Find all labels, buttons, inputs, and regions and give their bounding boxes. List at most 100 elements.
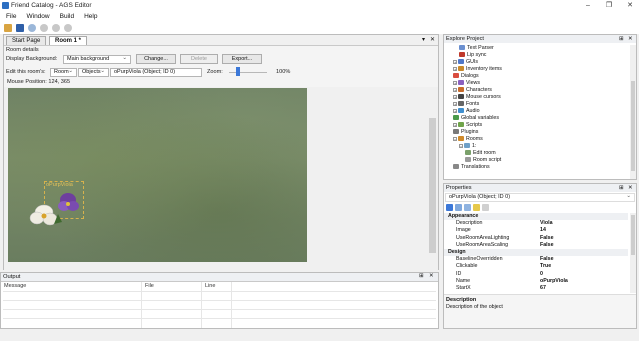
tree-scrollbar[interactable] [630, 45, 636, 179]
open-project-icon[interactable] [4, 24, 12, 32]
tree-item[interactable]: − Rooms [453, 136, 483, 142]
room-background-canvas[interactable]: oPurpViola [8, 88, 307, 262]
properties-icon[interactable] [464, 204, 471, 211]
zoom-slider-track[interactable] [229, 72, 267, 73]
property-category[interactable]: Design [444, 249, 628, 256]
change-button[interactable]: Change... [136, 54, 176, 64]
canvas-vertical-scrollbar[interactable] [428, 88, 437, 262]
tree-item[interactable]: + Mouse cursors [453, 94, 501, 100]
tree-item[interactable]: Plugins [453, 129, 478, 135]
scrollbar-thumb[interactable] [429, 118, 436, 253]
tree-item[interactable]: Translations [453, 164, 490, 170]
property-row[interactable]: StartX 67 [444, 285, 628, 292]
debug-icon[interactable] [52, 24, 60, 32]
viola-flower-sprite[interactable] [24, 188, 84, 228]
properties-object-select[interactable]: oPurpViola (Object; ID 0) [445, 193, 635, 202]
properties-close-icon[interactable]: ✕ [628, 184, 633, 192]
property-row[interactable]: UseRoomAreaScaling False [444, 242, 628, 249]
stop-icon[interactable] [64, 24, 72, 32]
edit-subtype-select[interactable]: Objects [78, 68, 109, 77]
property-value[interactable]: False [540, 242, 554, 249]
events-icon[interactable] [473, 204, 480, 211]
zoom-slider-thumb[interactable] [236, 67, 240, 76]
tree-item[interactable]: Edit room [465, 150, 496, 156]
property-value[interactable]: oPurpViola [540, 278, 568, 285]
property-grid-scrollbar[interactable] [630, 213, 636, 293]
expand-icon[interactable]: + [453, 122, 457, 127]
tab-list-dropdown-icon[interactable]: ▾ [422, 36, 425, 43]
property-value[interactable]: Viola [540, 220, 553, 227]
run-icon[interactable] [40, 24, 48, 32]
maximize-button[interactable]: ❐ [603, 1, 615, 10]
expand-icon[interactable]: + [453, 94, 457, 99]
property-row[interactable]: Image 14 [444, 227, 628, 234]
tree-item[interactable]: + Scripts [453, 122, 482, 128]
edit-type-select[interactable]: Room [50, 68, 77, 77]
output-close-icon[interactable]: ✕ [429, 273, 434, 279]
expand-icon[interactable]: + [453, 87, 457, 92]
property-value[interactable]: 0 [540, 271, 543, 278]
object-select[interactable]: oPurpViola (Object; ID 0) [110, 68, 202, 77]
column-line[interactable]: Line [205, 283, 215, 289]
property-value[interactable]: True [540, 263, 551, 270]
expand-icon[interactable]: + [453, 80, 457, 85]
column-file[interactable]: File [145, 283, 154, 289]
tree-item-icon [465, 150, 471, 156]
column-message[interactable]: Message [4, 283, 26, 289]
properties-pin-icon[interactable]: ⊞ [619, 184, 624, 192]
tree-item[interactable]: + Fonts [453, 101, 479, 107]
property-scrollbar-thumb[interactable] [631, 215, 635, 255]
delete-button[interactable]: Delete [180, 54, 218, 64]
tree-item[interactable]: Lip sync [459, 52, 486, 58]
display-background-select[interactable]: Main background [63, 55, 131, 64]
categorized-icon[interactable] [446, 204, 453, 211]
property-value[interactable]: 14 [540, 227, 546, 234]
tree-item[interactable]: Global variables [453, 115, 499, 121]
expand-icon[interactable]: + [453, 66, 457, 71]
property-value[interactable]: False [540, 256, 554, 263]
menu-file[interactable]: File [6, 11, 16, 22]
tree-item[interactable]: − 1: [459, 143, 476, 149]
tree-item[interactable]: + Inventory items [453, 66, 502, 72]
property-row[interactable]: ID 0 [444, 271, 628, 278]
property-value[interactable]: False [540, 235, 554, 242]
property-row[interactable]: Name oPurpViola [444, 278, 628, 285]
tab-room-1[interactable]: Room 1 * [49, 36, 88, 45]
menu-build[interactable]: Build [60, 11, 74, 22]
tab-start-page[interactable]: Start Page [6, 36, 47, 45]
tree-item-label: Characters [466, 87, 492, 93]
tree-item[interactable]: Dialogs [453, 73, 479, 79]
alphabetical-icon[interactable] [455, 204, 462, 211]
property-row[interactable]: BaselineOverridden False [444, 256, 628, 263]
property-row[interactable]: UseRoomAreaLighting False [444, 235, 628, 242]
tree-item[interactable]: Text Parser [459, 45, 494, 51]
expand-icon[interactable]: + [453, 59, 457, 64]
tree-item[interactable]: Room script [465, 157, 501, 163]
property-pages-icon[interactable] [482, 204, 489, 211]
collapse-icon[interactable]: − [453, 136, 457, 141]
output-pin-icon[interactable]: ⊞ [419, 273, 424, 279]
explore-pin-icon[interactable]: ⊞ [619, 35, 624, 43]
minimize-button[interactable]: – [582, 1, 594, 10]
menu-help[interactable]: Help [84, 11, 97, 22]
export-button[interactable]: Export... [222, 54, 262, 64]
close-button[interactable]: ✕ [624, 1, 636, 10]
tree-item[interactable]: + GUIs [453, 59, 478, 65]
property-row[interactable]: Clickable True [444, 263, 628, 270]
tree-item[interactable]: + Characters [453, 87, 492, 93]
save-icon[interactable] [16, 24, 24, 32]
property-category[interactable]: Appearance [444, 213, 628, 220]
tree-scrollbar-thumb[interactable] [631, 81, 635, 171]
tree-item[interactable]: + Views [453, 80, 480, 86]
collapse-icon[interactable]: − [459, 143, 463, 148]
property-key: BaselineOverridden [456, 256, 503, 263]
property-row[interactable]: Description Viola [444, 220, 628, 227]
property-value[interactable]: 67 [540, 285, 546, 292]
expand-icon[interactable]: + [453, 108, 457, 113]
tree-item[interactable]: + Audio [453, 108, 480, 114]
close-tab-icon[interactable]: ✕ [430, 36, 435, 43]
expand-icon[interactable]: + [453, 101, 457, 106]
settings-icon[interactable] [28, 24, 36, 32]
menu-window[interactable]: Window [26, 11, 49, 22]
explore-close-icon[interactable]: ✕ [628, 35, 633, 43]
